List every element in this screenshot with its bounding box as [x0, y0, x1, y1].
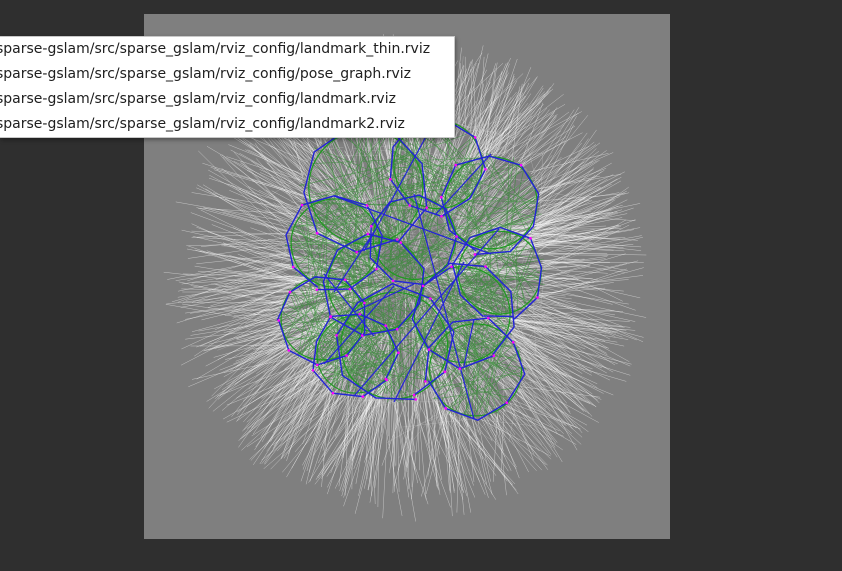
pose-marker — [414, 398, 418, 401]
pose-marker — [487, 316, 490, 320]
pose-marker — [355, 250, 358, 254]
recent-config-item-landmark[interactable]: sparse-gslam/src/sparse_gslam/rviz_confi… — [0, 87, 454, 112]
pose-marker — [316, 363, 319, 367]
pose-marker — [335, 334, 338, 337]
recent-config-item-landmark-thin[interactable]: sparse-gslam/src/sparse_gslam/rviz_confi… — [0, 37, 454, 62]
pose-marker — [348, 287, 352, 291]
pose-marker — [395, 238, 399, 241]
pose-marker — [424, 380, 427, 383]
pose-marker — [288, 290, 292, 294]
pose-marker — [429, 297, 432, 300]
pose-marker — [519, 163, 523, 167]
pose-marker — [311, 369, 315, 372]
pose-marker — [408, 204, 412, 207]
recent-config-item-pose-graph[interactable]: sparse-gslam/src/sparse_gslam/rviz_confi… — [0, 62, 454, 87]
pose-marker — [421, 284, 425, 288]
pose-marker — [473, 136, 477, 139]
pose-marker — [484, 265, 487, 268]
pose-marker — [425, 206, 429, 209]
pose-marker — [427, 348, 431, 351]
pose-marker — [343, 278, 347, 282]
pose-marker — [369, 224, 373, 228]
pose-marker — [484, 168, 487, 171]
pose-marker — [291, 265, 295, 269]
recent-config-item-landmark2[interactable]: sparse-gslam/src/sparse_gslam/rviz_confi… — [0, 112, 454, 137]
pose-marker — [375, 267, 378, 271]
pose-marker — [399, 241, 403, 244]
pose-marker — [366, 232, 370, 236]
pose-marker — [300, 203, 304, 207]
pose-marker — [412, 393, 416, 397]
pose-marker — [365, 204, 369, 207]
pose-marker — [455, 235, 458, 238]
pose-marker — [440, 215, 443, 218]
pose-marker — [345, 354, 348, 357]
pose-marker — [529, 237, 532, 240]
pose-marker — [473, 253, 477, 256]
pose-marker — [384, 324, 387, 328]
pose-marker — [389, 178, 392, 181]
pose-marker — [329, 315, 333, 318]
pose-marker — [458, 367, 462, 371]
pose-marker — [277, 319, 280, 322]
pose-marker — [360, 334, 364, 337]
pose-marker — [361, 395, 365, 398]
pose-marker — [331, 391, 335, 395]
pose-marker — [397, 351, 400, 355]
pose-marker — [536, 296, 539, 299]
pose-marker — [450, 265, 453, 269]
pose-marker — [315, 231, 319, 235]
pose-marker — [492, 354, 496, 358]
pose-marker — [384, 377, 387, 381]
pose-marker — [358, 312, 362, 316]
pose-marker — [505, 401, 509, 405]
pose-marker — [315, 288, 319, 292]
pose-marker — [395, 327, 399, 331]
pose-marker — [444, 407, 448, 410]
pose-marker — [454, 163, 458, 167]
pose-marker — [440, 195, 443, 199]
pose-marker — [391, 279, 395, 283]
pose-marker — [511, 341, 515, 344]
pose-marker — [287, 349, 291, 352]
pose-marker — [363, 301, 366, 305]
pose-marker — [443, 370, 447, 374]
recent-config-dropdown[interactable]: sparse-gslam/src/sparse_gslam/rviz_confi… — [0, 36, 455, 138]
application-window: sparse-gslam/src/sparse_gslam/rviz_confi… — [0, 0, 842, 571]
